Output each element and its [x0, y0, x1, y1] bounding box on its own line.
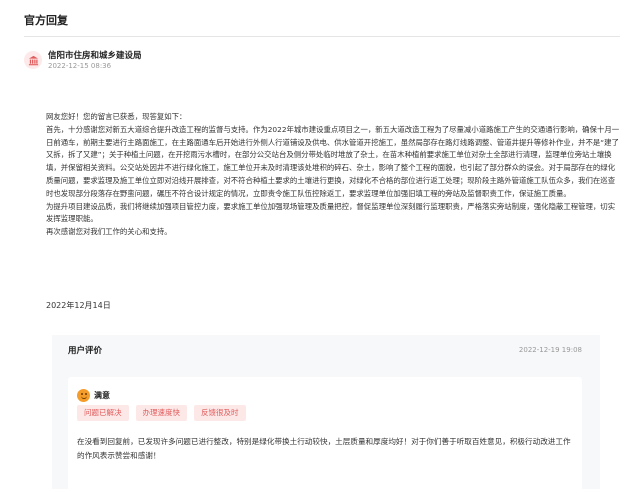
title-divider: [24, 36, 620, 37]
evaluation-title: 用户评价: [68, 346, 103, 356]
tag-badge: 问题已解决: [77, 405, 129, 421]
reply-body: 网友您好！您的留言已获悉，现答复如下： 首先，十分感谢您对新五大道综合提升改造工…: [46, 111, 620, 239]
evaluation-panel: 用户评价 2022-12-19 19:08 满意 问题已解决 办理速度快 反馈很…: [52, 335, 600, 489]
reply-paragraph: 网友您好！您的留言已获悉，现答复如下：: [46, 112, 187, 121]
evaluation-comment: 在没看到回复前，已发现许多问题已进行整改，特别是绿化带换土行动较快，土层质量和厚…: [77, 437, 571, 460]
reply-date: 2022年12月14日: [46, 301, 111, 310]
evaluation-card: 满意 问题已解决 办理速度快 反馈很及时 在没看到回复前，已发现许多问题已进行整…: [68, 377, 582, 489]
tag-badge: 办理速度快: [135, 405, 187, 421]
evaluation-tags: 问题已解决 办理速度快 反馈很及时: [77, 405, 246, 421]
government-building-icon: [28, 55, 38, 65]
reply-paragraph: 为提升项目建设品质，我们将继续加强项目管控力度，要求施工单位加强现场管理及质量把…: [46, 201, 616, 224]
smile-face-icon: [77, 389, 90, 402]
org-avatar: [24, 51, 42, 69]
section-title: 官方回复: [24, 14, 68, 27]
reply-timestamp: 2022-12-15 08:36: [48, 62, 112, 70]
org-name: 信阳市住房和城乡建设局: [48, 51, 142, 61]
evaluation-timestamp: 2022-12-19 19:08: [518, 346, 582, 354]
tag-badge: 反馈很及时: [194, 405, 246, 421]
reply-paragraph: 首先，十分感谢您对新五大道综合提升改造工程的监督与支持。作为2022年城市建设重…: [46, 124, 620, 198]
reply-paragraph: 再次感谢您对我们工作的关心和支持。: [46, 227, 172, 237]
rating-label: 满意: [94, 391, 110, 400]
